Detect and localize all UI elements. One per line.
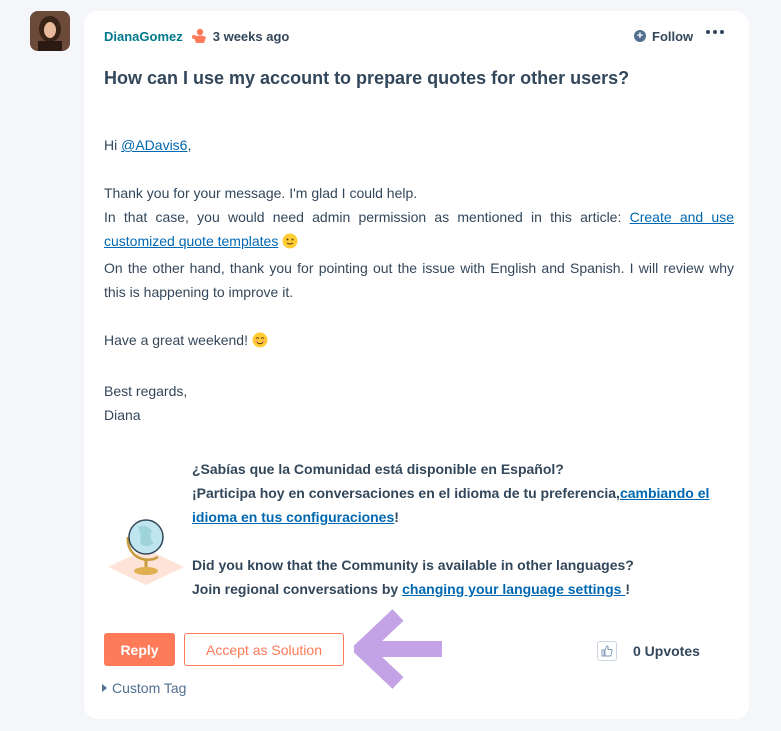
message-line-2: In that case, you would need admin permi…	[104, 205, 734, 256]
arrow-left-icon	[350, 605, 446, 694]
promo-en-line-2: Join regional conversations by changing …	[192, 581, 630, 597]
promo-en-line-1: Did you know that the Community is avail…	[192, 557, 634, 573]
follow-label: Follow	[652, 28, 694, 44]
post-card: DianaGomez 3 weeks ago + Follow How can …	[84, 11, 749, 719]
closing: Best regards,	[104, 383, 188, 399]
promo-text: ¿Sabías que la Comunidad está disponible…	[192, 457, 737, 601]
reply-button[interactable]: Reply	[104, 633, 175, 666]
en-language-settings-link[interactable]: changing your language settings	[402, 581, 625, 597]
caret-right-icon	[102, 684, 107, 692]
slight-smile-emoji-icon	[282, 232, 298, 256]
mention-link[interactable]: @ADavis6	[121, 137, 187, 153]
more-options-icon[interactable]	[706, 30, 724, 34]
author-name[interactable]: DianaGomez	[104, 29, 183, 44]
message-line-3: On the other hand, thank you for pointin…	[104, 260, 734, 300]
upvote-count: 0 Upvotes	[633, 643, 700, 659]
follow-button[interactable]: + Follow	[634, 27, 693, 45]
avatar[interactable]	[30, 11, 70, 51]
upvote-area: 0 Upvotes	[597, 641, 700, 661]
promo-es-line-2: ¡Participa hoy en conversaciones en el i…	[192, 485, 710, 525]
globe-icon	[106, 507, 186, 592]
promo-es-line-1: ¿Sabías que la Comunidad está disponible…	[192, 461, 564, 477]
blush-emoji-icon	[252, 331, 268, 355]
message-line-4: Have a great weekend!	[104, 328, 734, 355]
accept-solution-button[interactable]: Accept as Solution	[184, 633, 344, 666]
community-badge-icon	[191, 28, 207, 44]
plus-circle-icon: +	[634, 30, 646, 42]
post-body: Hi @ADavis6, Thank you for your message.…	[104, 133, 734, 427]
greeting: Hi @ADavis6,	[104, 137, 192, 153]
custom-tag-toggle[interactable]: Custom Tag	[102, 680, 186, 696]
post-meta: DianaGomez 3 weeks ago	[104, 27, 289, 45]
language-promo: ¿Sabías que la Comunidad está disponible…	[104, 457, 744, 607]
post-title: How can I use my account to prepare quot…	[104, 68, 630, 88]
post-timestamp: 3 weeks ago	[212, 28, 290, 44]
signature: Diana	[104, 407, 141, 423]
message-line-1: Thank you for your message. I'm glad I c…	[104, 185, 418, 201]
thumbs-up-icon[interactable]	[597, 641, 617, 661]
custom-tag-label: Custom Tag	[112, 680, 187, 696]
